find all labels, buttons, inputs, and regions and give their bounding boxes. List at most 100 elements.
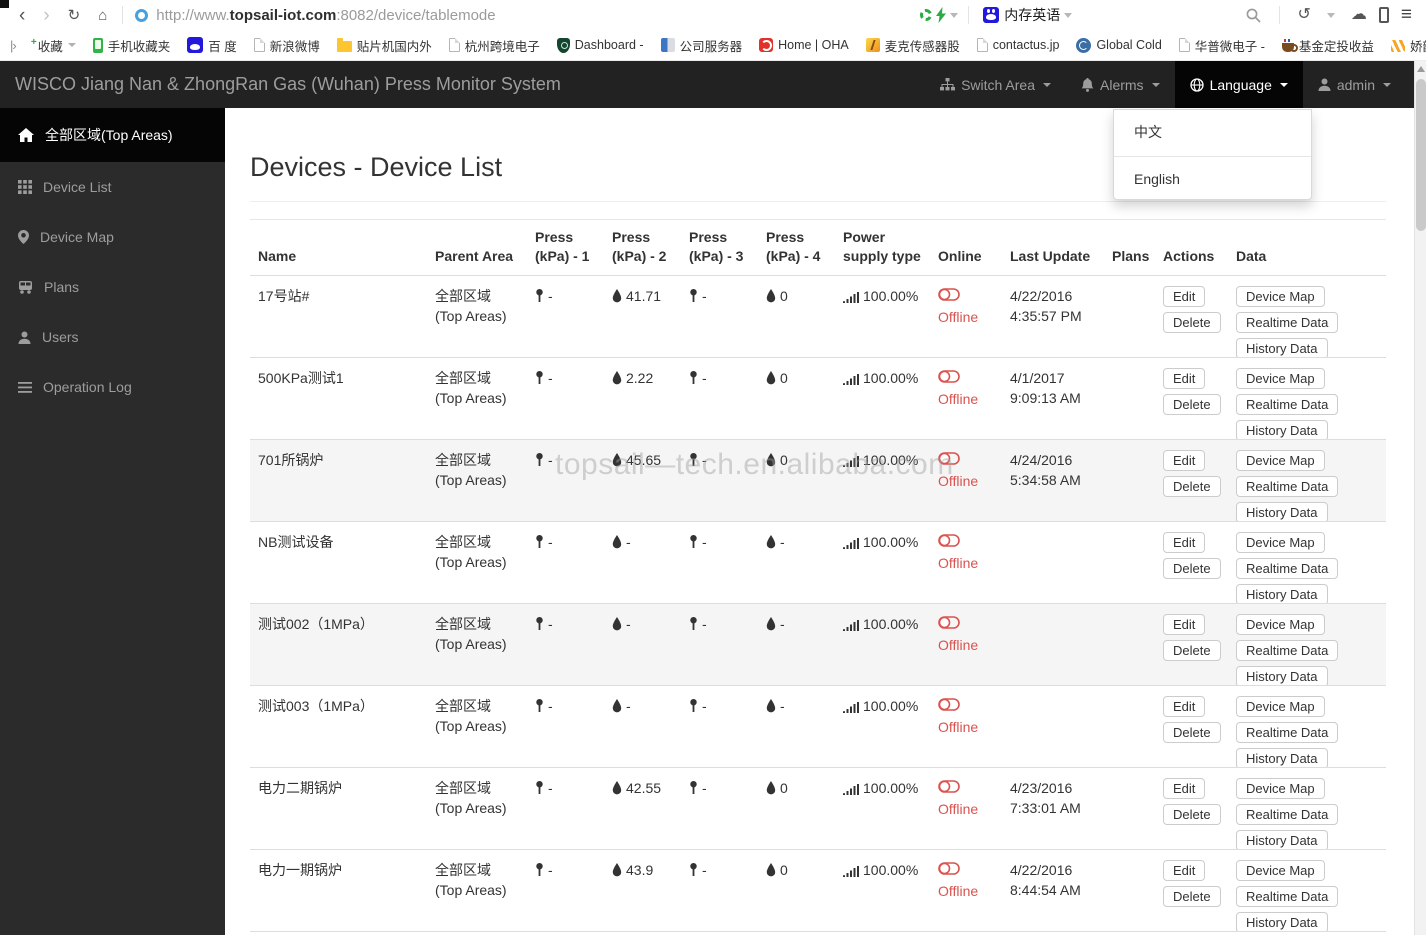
sidebar-item-operation-log[interactable]: Operation Log — [0, 362, 225, 412]
edit-button[interactable]: Edit — [1163, 614, 1206, 635]
chevron-down-icon[interactable] — [1064, 12, 1073, 18]
bookmark-item[interactable]: Home | OHA — [759, 38, 849, 52]
realtime-data-button[interactable]: Realtime Data — [1236, 804, 1339, 825]
bookmark-item[interactable]: 收藏 — [31, 36, 76, 55]
lightning-icon[interactable] — [936, 7, 947, 23]
nav-alerms[interactable]: Alerms — [1066, 61, 1175, 108]
bookmark-item[interactable]: 手机收藏夹 — [92, 36, 170, 55]
sidebar-item-device-list[interactable]: Device List — [0, 162, 225, 212]
delete-button[interactable]: Delete — [1163, 886, 1221, 907]
history-data-button[interactable]: History Data — [1236, 666, 1328, 685]
device-map-button[interactable]: Device Map — [1236, 778, 1325, 799]
bookmark-item[interactable]: 贴片机国内外 — [336, 36, 432, 55]
menu-item-english[interactable]: English — [1114, 165, 1311, 193]
toggle-off-icon[interactable] — [938, 862, 960, 875]
bookmark-item[interactable]: Global Cold — [1076, 37, 1162, 53]
chevron-down-icon[interactable] — [950, 12, 959, 18]
toggle-off-icon[interactable] — [938, 616, 960, 629]
delete-button[interactable]: Delete — [1163, 558, 1221, 579]
realtime-data-button[interactable]: Realtime Data — [1236, 886, 1339, 907]
edit-button[interactable]: Edit — [1163, 778, 1206, 799]
history-data-button[interactable]: History Data — [1236, 584, 1328, 603]
history-data-button[interactable]: History Data — [1236, 420, 1328, 439]
delete-button[interactable]: Delete — [1163, 722, 1221, 743]
device-map-button[interactable]: Device Map — [1236, 696, 1325, 717]
history-data-button[interactable]: History Data — [1236, 912, 1328, 931]
back-icon[interactable]: ‹ — [10, 6, 34, 25]
cloud-icon[interactable]: ☁ — [1351, 7, 1367, 23]
history-data-button[interactable]: History Data — [1236, 830, 1328, 849]
device-map-button[interactable]: Device Map — [1236, 532, 1325, 553]
chevron-down-icon[interactable] — [1326, 12, 1335, 18]
edit-button[interactable]: Edit — [1163, 532, 1206, 553]
search-box-text[interactable]: 内存英语 — [1004, 5, 1060, 25]
nav-language[interactable]: Language — [1174, 61, 1303, 108]
realtime-data-button[interactable]: Realtime Data — [1236, 394, 1339, 415]
history-data-button[interactable]: History Data — [1236, 502, 1328, 521]
realtime-data-button[interactable]: Realtime Data — [1236, 640, 1339, 661]
scroll-up-icon[interactable] — [1417, 66, 1425, 72]
device-map-button[interactable]: Device Map — [1236, 860, 1325, 881]
device-map-button[interactable]: Device Map — [1236, 450, 1325, 471]
menu-icon[interactable]: ≡ — [1401, 4, 1412, 26]
delete-button[interactable]: Delete — [1163, 312, 1221, 333]
mobile-icon[interactable] — [1378, 7, 1389, 23]
bookmark-item[interactable]: 基金定投收益 — [1281, 36, 1374, 55]
menu-item-chinese[interactable]: 中文 — [1114, 116, 1311, 148]
edit-button[interactable]: Edit — [1163, 860, 1206, 881]
bookmark-item[interactable]: 新浪微博 — [253, 36, 320, 55]
undo-icon[interactable]: ↺ — [1298, 7, 1311, 23]
home-icon[interactable]: ⌂ — [89, 8, 116, 23]
toggle-off-icon[interactable] — [938, 452, 960, 465]
delete-button[interactable]: Delete — [1163, 394, 1221, 415]
nav-admin[interactable]: admin — [1303, 61, 1406, 108]
realtime-data-button[interactable]: Realtime Data — [1236, 722, 1339, 743]
realtime-data-button[interactable]: Realtime Data — [1236, 312, 1339, 333]
edit-button[interactable]: Edit — [1163, 368, 1206, 389]
delete-button[interactable]: Delete — [1163, 804, 1221, 825]
delete-button[interactable]: Delete — [1163, 476, 1221, 497]
scrollbar-thumb[interactable] — [1416, 79, 1426, 231]
edit-button[interactable]: Edit — [1163, 450, 1206, 471]
bookmark-item[interactable]: 杭州跨境电子 — [448, 36, 540, 55]
device-map-button[interactable]: Device Map — [1236, 368, 1325, 389]
toggle-off-icon[interactable] — [938, 780, 960, 793]
sidebar-item-top-areas[interactable]: 全部区域(Top Areas) — [0, 108, 225, 162]
sidebar-item-users[interactable]: Users — [0, 312, 225, 362]
address-bar[interactable]: http://www.topsail-iot.com:8082/device/t… — [156, 7, 916, 24]
toggle-off-icon[interactable] — [938, 698, 960, 711]
sidebar-item-device-map[interactable]: Device Map — [0, 212, 225, 262]
baidu-search-icon[interactable] — [983, 7, 1000, 23]
toggle-off-icon[interactable] — [938, 288, 960, 301]
nav-switch-area[interactable]: Switch Area — [925, 61, 1066, 108]
device-map-button[interactable]: Device Map — [1236, 614, 1325, 635]
bookmark-item[interactable]: 麦克传感器股 — [865, 36, 960, 55]
press-kpa-1: - — [527, 440, 604, 521]
delete-button[interactable]: Delete — [1163, 640, 1221, 661]
sidebar-toggle-icon[interactable]: |› — [10, 38, 17, 53]
bookmark-item[interactable]: 百 度 — [187, 36, 237, 55]
baidu-icon — [187, 37, 204, 53]
forward-icon[interactable]: › — [34, 6, 58, 25]
bookmark-item[interactable]: Dashboard - — [556, 37, 644, 53]
bookmark-item[interactable]: 华普微电子 - — [1178, 36, 1265, 55]
edit-button[interactable]: Edit — [1163, 696, 1206, 717]
bookmark-item[interactable]: contactus.jp — [976, 38, 1059, 52]
sync-icon[interactable] — [920, 9, 933, 21]
edit-button[interactable]: Edit — [1163, 286, 1206, 307]
device-map-button[interactable]: Device Map — [1236, 286, 1325, 307]
toggle-off-icon[interactable] — [938, 534, 960, 547]
sidebar-item-plans[interactable]: Plans — [0, 262, 225, 312]
search-icon[interactable] — [1246, 8, 1261, 23]
refresh-icon[interactable]: ↻ — [59, 8, 90, 23]
bookmark-item[interactable]: 公司服务器 — [660, 36, 742, 55]
history-data-button[interactable]: History Data — [1236, 338, 1328, 357]
realtime-data-button[interactable]: Realtime Data — [1236, 558, 1339, 579]
scrollbar[interactable] — [1414, 61, 1426, 935]
toolbar-right-icons: ↺ ☁ ≡ — [1246, 4, 1417, 26]
bookmark-item[interactable]: 娇韵诗明星产 — [1390, 36, 1426, 55]
sidebar-item-label: Users — [42, 329, 79, 345]
history-data-button[interactable]: History Data — [1236, 748, 1328, 767]
realtime-data-button[interactable]: Realtime Data — [1236, 476, 1339, 497]
toggle-off-icon[interactable] — [938, 370, 960, 383]
